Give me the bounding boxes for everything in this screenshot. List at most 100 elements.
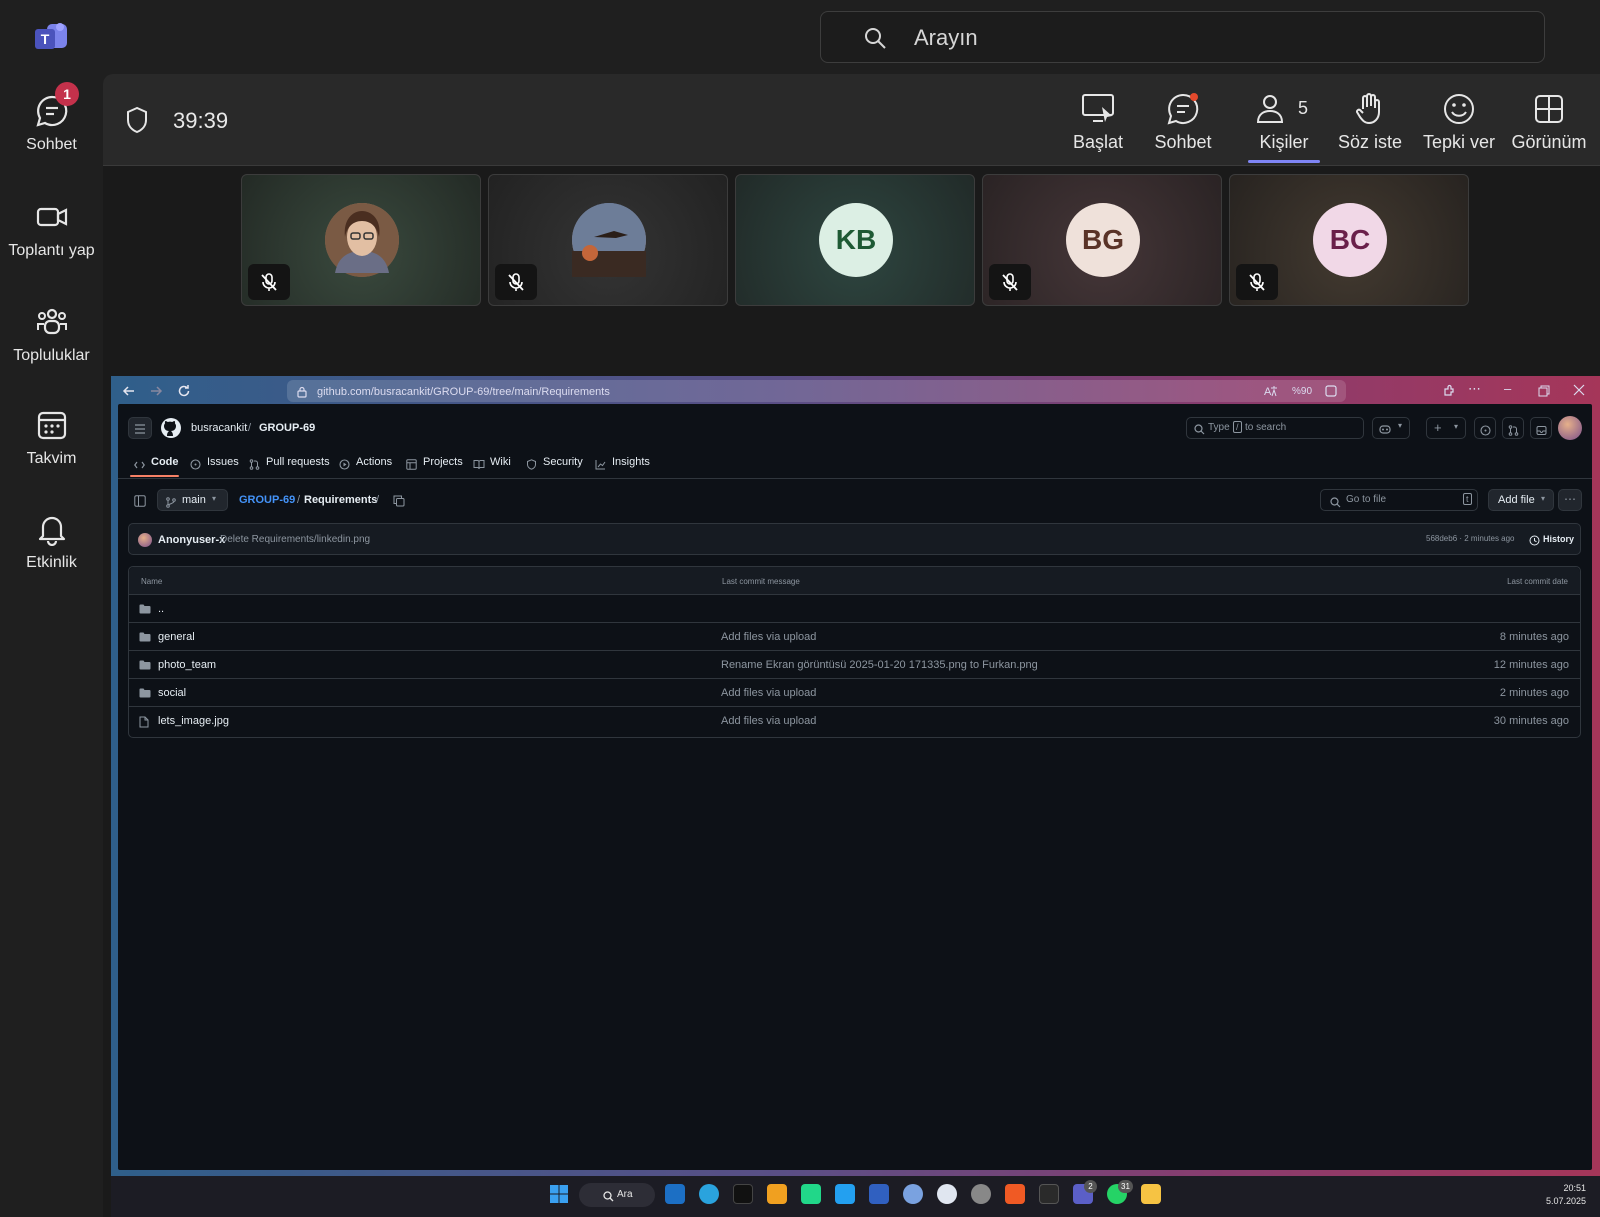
inbox-nav-button[interactable]	[1530, 417, 1552, 439]
rail-item-activity[interactable]: Etkinlik	[0, 512, 103, 572]
breadcrumb-current-dir: Requirements	[304, 494, 378, 506]
tab-code[interactable]: Code	[151, 456, 179, 468]
user-avatar[interactable]	[1558, 416, 1582, 440]
row-name[interactable]: ..	[158, 603, 164, 615]
participant-tile[interactable]	[241, 174, 481, 306]
participant-tile[interactable]: BG	[982, 174, 1222, 306]
telegram-icon[interactable]	[699, 1184, 719, 1204]
windows-start-icon[interactable]	[549, 1184, 569, 1209]
row-name[interactable]: photo_team	[158, 659, 216, 671]
rail-item-calendar[interactable]: Takvim	[0, 408, 103, 468]
close-icon[interactable]	[1573, 383, 1585, 401]
tab-pull-requests[interactable]: Pull requests	[266, 456, 330, 468]
search-input[interactable]: Arayın	[820, 11, 1545, 63]
zoom-level[interactable]: %90	[1292, 386, 1312, 397]
table-row[interactable]: general Add files via upload 8 minutes a…	[128, 622, 1581, 651]
participant-tile[interactable]: BC	[1229, 174, 1469, 306]
tab-security[interactable]: Security	[543, 456, 583, 468]
obs-icon[interactable]	[971, 1184, 991, 1204]
chevron-down-icon: ▾	[1541, 494, 1546, 503]
row-name[interactable]: general	[158, 631, 195, 643]
row-commit-message[interactable]: Rename Ekran görüntüsü 2025-01-20 171335…	[721, 659, 1038, 671]
table-row[interactable]: lets_image.jpg Add files via upload 30 m…	[128, 706, 1581, 735]
pycharm-icon[interactable]	[801, 1184, 821, 1204]
rail-item-meet[interactable]: Toplantı yap	[0, 200, 103, 260]
table-row[interactable]: ..	[128, 594, 1581, 623]
branch-icon	[166, 495, 176, 513]
add-file-button[interactable]: Add file ▾	[1488, 489, 1554, 511]
people-tab-indicator	[1248, 160, 1320, 163]
breadcrumb-repo-link[interactable]: GROUP-69	[239, 494, 295, 506]
tab-projects[interactable]: Projects	[423, 456, 463, 468]
participant-tile[interactable]: KB	[735, 174, 975, 306]
tab-issues[interactable]: Issues	[207, 456, 239, 468]
tradingview-icon[interactable]	[733, 1184, 753, 1204]
tab-wiki[interactable]: Wiki	[490, 456, 511, 468]
outlook-icon[interactable]	[665, 1184, 685, 1204]
back-arrow-icon[interactable]	[122, 384, 136, 403]
copy-path-icon[interactable]	[393, 494, 405, 512]
browser-app-icon[interactable]	[937, 1184, 957, 1204]
share-button[interactable]: Başlat	[1063, 92, 1133, 153]
row-commit-message[interactable]: Add files via upload	[721, 631, 816, 643]
meeting-chat-button[interactable]: Sohbet	[1146, 92, 1220, 153]
participant-tile[interactable]	[488, 174, 728, 306]
row-commit-message[interactable]: Add files via upload	[721, 687, 816, 699]
taskbar-search[interactable]: Ara	[579, 1183, 655, 1207]
create-new-button[interactable]: + ▾	[1426, 417, 1466, 439]
issues-nav-button[interactable]	[1474, 417, 1496, 439]
forward-arrow-icon[interactable]	[149, 384, 163, 403]
pull-request-icon	[249, 457, 260, 475]
table-row[interactable]: social Add files via upload 2 minutes ag…	[128, 678, 1581, 707]
history-link[interactable]: History	[1543, 534, 1574, 544]
go-to-file-input[interactable]: Go to file t	[1320, 489, 1478, 511]
translate-icon[interactable]: A	[1264, 384, 1278, 403]
pull-requests-nav-button[interactable]	[1502, 417, 1524, 439]
github-menu-button[interactable]	[128, 417, 152, 439]
repo-name-link[interactable]: GROUP-69	[259, 422, 315, 434]
taskbar-clock-time[interactable]: 20:51	[1550, 1183, 1586, 1193]
r-app-icon[interactable]	[903, 1184, 923, 1204]
people-button[interactable]: 5 Kişiler	[1243, 92, 1325, 153]
sidebar-toggle-icon[interactable]	[134, 494, 146, 512]
tab-insights[interactable]: Insights	[612, 456, 650, 468]
repo-owner-link[interactable]: busracankit	[191, 422, 247, 434]
terminal-icon[interactable]	[1039, 1184, 1059, 1204]
tab-actions[interactable]: Actions	[356, 456, 392, 468]
restore-icon[interactable]	[1538, 384, 1550, 402]
vscode-icon[interactable]	[835, 1184, 855, 1204]
dev-app-icon[interactable]	[869, 1184, 889, 1204]
browser-menu-icon[interactable]: ⋯	[1468, 381, 1481, 397]
rail-item-communities[interactable]: Topluluklar	[0, 305, 103, 365]
more-options-button[interactable]: ⋯	[1558, 489, 1582, 511]
github-logo-icon[interactable]	[160, 417, 182, 444]
rail-item-label: Toplantı yap	[8, 242, 95, 259]
commit-meta[interactable]: 568deb6 · 2 minutes ago	[1426, 534, 1515, 543]
rail-item-chat[interactable]: 1 Sohbet	[0, 82, 103, 154]
branch-selector[interactable]: main ▾	[157, 489, 228, 511]
row-commit-message[interactable]: Add files via upload	[721, 715, 816, 727]
book-icon	[473, 457, 485, 475]
code-editor-icon[interactable]	[767, 1184, 787, 1204]
github-search-input[interactable]: Type / to search	[1186, 417, 1364, 439]
table-row[interactable]: photo_team Rename Ekran görüntüsü 2025-0…	[128, 650, 1581, 679]
react-button[interactable]: Tepki ver	[1421, 92, 1497, 153]
copilot-button[interactable]: ▾	[1372, 417, 1410, 439]
issue-circle-icon	[1480, 423, 1491, 441]
commit-author[interactable]: Anonyuser-x	[158, 534, 225, 546]
row-name[interactable]: lets_image.jpg	[158, 715, 229, 727]
extensions-icon[interactable]	[1442, 384, 1456, 403]
reading-view-icon[interactable]	[1324, 384, 1338, 403]
taskbar-clock-date[interactable]: 5.07.2025	[1536, 1196, 1586, 1206]
breadcrumb-separator: /	[297, 494, 301, 506]
file-explorer-icon[interactable]	[1141, 1184, 1161, 1204]
raise-hand-button[interactable]: Söz iste	[1333, 92, 1407, 153]
smiley-icon	[1421, 92, 1497, 126]
reload-icon[interactable]	[177, 384, 191, 403]
view-button[interactable]: Görünüm	[1509, 92, 1589, 153]
minimize-icon[interactable]: –	[1504, 381, 1511, 396]
row-name[interactable]: social	[158, 687, 186, 699]
brave-icon[interactable]	[1005, 1184, 1025, 1204]
people-label: Kişiler	[1259, 132, 1309, 152]
commit-message[interactable]: Delete Requirements/linkedin.png	[220, 534, 370, 545]
